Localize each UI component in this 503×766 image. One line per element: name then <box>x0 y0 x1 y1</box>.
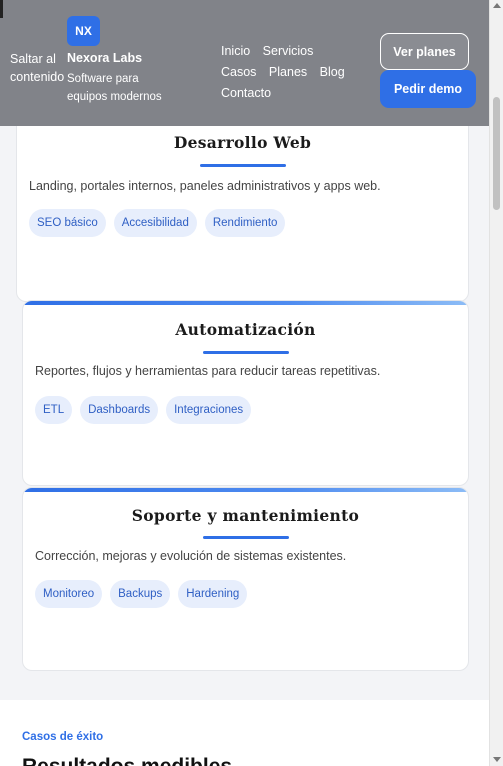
card-accent-bar <box>23 301 468 305</box>
nav-link-casos[interactable]: Casos <box>221 65 256 79</box>
title-underline <box>202 536 289 539</box>
service-card-description: Landing, portales internos, paneles admi… <box>29 179 381 193</box>
scroll-up-arrow-icon[interactable] <box>493 3 501 8</box>
service-card-web: Desarrollo Web Landing, portales interno… <box>16 110 469 302</box>
tag[interactable]: Integraciones <box>166 396 252 424</box>
focus-indicator <box>0 0 3 18</box>
brand-name[interactable]: Nexora Labs <box>67 51 142 65</box>
nav-link-planes[interactable]: Planes <box>269 65 307 79</box>
service-card-automation: Automatización Reportes, flujos y herram… <box>22 300 469 486</box>
scroll-down-arrow-icon[interactable] <box>493 757 501 762</box>
section-title: Resultados medibles <box>22 755 232 766</box>
page-scrollbar[interactable] <box>489 0 503 766</box>
nav-link-servicios[interactable]: Servicios <box>263 44 314 58</box>
logo-badge[interactable]: NX <box>67 16 100 46</box>
tag-list: ETL Dashboards Integraciones <box>35 396 252 424</box>
nav-link-blog[interactable]: Blog <box>320 65 345 79</box>
service-card-title: Automatización <box>175 320 316 339</box>
title-underline <box>199 164 286 167</box>
tag[interactable]: Backups <box>110 580 171 608</box>
tag[interactable]: Dashboards <box>80 396 159 424</box>
view-plans-button[interactable]: Ver planes <box>380 33 469 70</box>
request-demo-button[interactable]: Pedir demo <box>380 70 476 108</box>
scrollbar-thumb[interactable] <box>493 97 500 210</box>
service-card-description: Corrección, mejoras y evolución de siste… <box>35 549 347 563</box>
tag[interactable]: Rendimiento <box>204 209 286 237</box>
site-header: Saltar al contenido NX Nexora Labs Softw… <box>0 0 489 126</box>
tag-list: SEO básico Accesibilidad Rendimiento <box>29 209 286 237</box>
tag[interactable]: Hardening <box>178 580 248 608</box>
service-card-support: Soporte y mantenimiento Corrección, mejo… <box>22 487 469 671</box>
service-card-title: Desarrollo Web <box>173 133 312 152</box>
tag[interactable]: SEO básico <box>29 209 106 237</box>
tag[interactable]: Monitoreo <box>35 580 103 608</box>
tag-list: Monitoreo Backups Hardening <box>35 580 248 608</box>
skip-to-content-link[interactable]: Saltar al contenido <box>10 50 68 86</box>
service-card-title: Soporte y mantenimiento <box>131 506 360 525</box>
title-underline <box>202 351 289 354</box>
tag[interactable]: ETL <box>35 396 73 424</box>
card-accent-bar <box>23 488 468 492</box>
main-nav: Inicio Servicios Casos Planes Blog Conta… <box>221 41 371 104</box>
section-eyebrow: Casos de éxito <box>22 731 104 743</box>
page-viewport: Desarrollo Web Landing, portales interno… <box>0 0 489 766</box>
tag[interactable]: Accesibilidad <box>113 209 197 237</box>
nav-link-contacto[interactable]: Contacto <box>221 86 271 100</box>
service-card-description: Reportes, flujos y herramientas para red… <box>35 364 381 378</box>
nav-link-inicio[interactable]: Inicio <box>221 44 250 58</box>
results-section: Casos de éxito Resultados medibles <box>0 700 489 766</box>
brand-tagline: Software para equipos modernos <box>67 73 162 103</box>
